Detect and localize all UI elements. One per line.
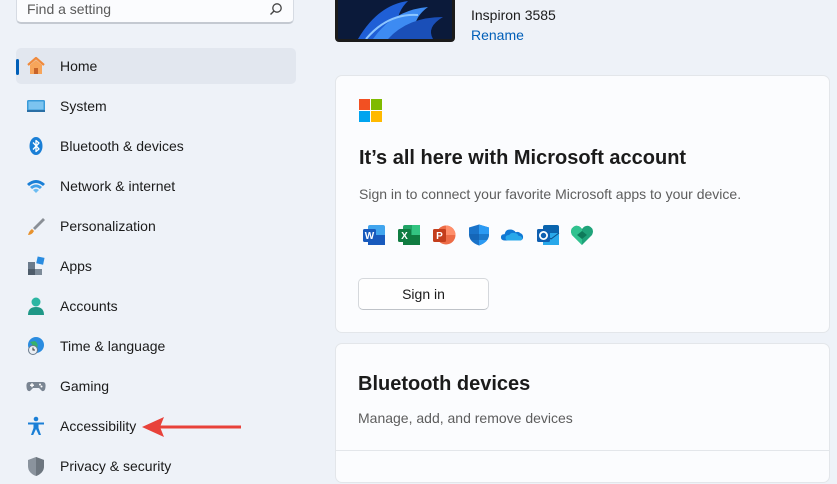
search-icon[interactable]	[269, 2, 283, 16]
device-name: Inspiron 3585	[471, 7, 556, 23]
sidebar-item-privacy-security[interactable]: Privacy & security	[16, 448, 296, 484]
globe-clock-icon	[28, 337, 44, 355]
search-box[interactable]: Find a setting	[16, 0, 294, 24]
bluetooth-card-subtitle: Manage, add, and remove devices	[358, 410, 573, 426]
sidebar-item-system[interactable]: System	[16, 88, 296, 124]
ms-card-subtitle: Sign in to connect your favorite Microso…	[359, 186, 742, 202]
sidebar: Find a setting Home System Bluetooth & d…	[0, 0, 310, 476]
home-icon	[27, 56, 45, 74]
sidebar-item-label: Time & language	[60, 338, 166, 354]
svg-text:W: W	[365, 231, 375, 242]
sidebar-item-label: Gaming	[60, 378, 110, 394]
person-icon	[28, 297, 44, 315]
shield-icon	[28, 457, 44, 476]
sidebar-item-label: Bluetooth & devices	[60, 138, 184, 154]
card-divider	[335, 450, 830, 451]
sidebar-item-label: Home	[60, 58, 98, 74]
ms-card-title: It’s all here with Microsoft account	[359, 147, 687, 169]
sign-in-button[interactable]: Sign in	[358, 278, 489, 310]
sidebar-item-label: Accounts	[60, 298, 118, 314]
word-icon: W	[363, 225, 385, 245]
bluetooth-icon	[29, 137, 43, 155]
wifi-icon	[27, 180, 45, 193]
sidebar-item-accounts[interactable]: Accounts	[16, 288, 296, 324]
bluetooth-card-title: Bluetooth devices	[358, 373, 531, 395]
microsoft-logo-icon	[359, 99, 382, 122]
sidebar-item-bluetooth-devices[interactable]: Bluetooth & devices	[16, 128, 296, 164]
family-safety-icon	[571, 225, 593, 245]
sidebar-item-network-internet[interactable]: Network & internet	[16, 168, 296, 204]
gamepad-icon	[26, 382, 46, 392]
search-input[interactable]: Find a setting	[27, 1, 111, 17]
brush-icon	[28, 218, 45, 235]
accessibility-icon	[28, 416, 44, 435]
onedrive-icon	[500, 229, 524, 241]
powerpoint-icon: P	[433, 225, 456, 245]
sidebar-item-label: Personalization	[60, 218, 156, 234]
sidebar-item-label: Accessibility	[60, 418, 137, 434]
sidebar-item-label: Privacy & security	[60, 458, 172, 474]
svg-text:X: X	[401, 231, 408, 242]
excel-icon: X	[398, 225, 420, 245]
defender-icon	[469, 224, 489, 246]
active-indicator	[16, 59, 19, 75]
sidebar-item-label: Apps	[60, 258, 92, 274]
sidebar-item-personalization[interactable]: Personalization	[16, 208, 296, 244]
windows-wallpaper-icon	[338, 0, 452, 39]
sidebar-item-apps[interactable]: Apps	[16, 248, 296, 284]
annotation-arrow-icon	[142, 417, 241, 437]
apps-icon	[28, 256, 45, 275]
system-icon	[27, 100, 45, 112]
rename-link[interactable]: Rename	[471, 27, 524, 43]
sidebar-item-gaming[interactable]: Gaming	[16, 368, 296, 404]
outlook-icon	[537, 225, 560, 245]
sidebar-item-label: Network & internet	[60, 178, 176, 194]
svg-text:P: P	[436, 231, 443, 242]
sidebar-item-time-language[interactable]: Time & language	[16, 328, 296, 364]
sidebar-item-label: System	[60, 98, 107, 114]
sidebar-item-home[interactable]: Home	[16, 48, 296, 84]
device-thumbnail	[335, 0, 455, 42]
